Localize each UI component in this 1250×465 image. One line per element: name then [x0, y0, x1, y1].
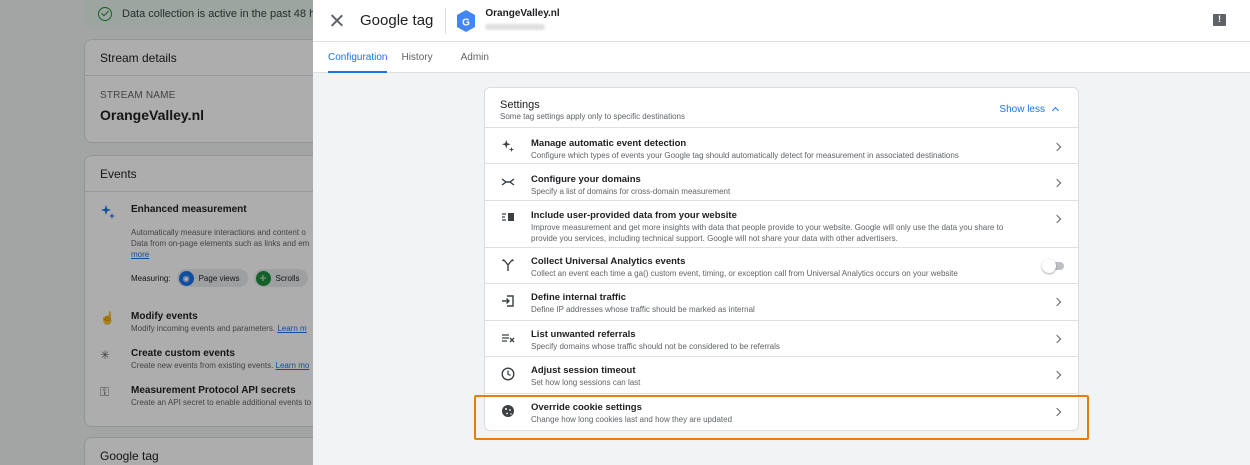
close-icon[interactable]: [330, 14, 344, 28]
sparkle-icon: [501, 139, 515, 153]
row-desc: Define IP addresses whose traffic should…: [531, 305, 755, 314]
row-desc: Collect an event each time a ga() custom…: [531, 269, 958, 278]
chevron-up-icon: [1051, 106, 1060, 115]
row-title: Include user-provided data from your web…: [531, 210, 737, 221]
settings-header: Settings Some tag settings apply only to…: [485, 88, 1078, 128]
google-tag-icon: G: [457, 9, 476, 32]
show-less-label: Show less: [999, 104, 1045, 115]
settings-subtitle: Some tag settings apply only to specific…: [500, 112, 685, 121]
settings-row-internal-traffic[interactable]: Define internal traffic Define IP addres…: [485, 284, 1078, 321]
settings-row-automatic-event-detection[interactable]: Manage automatic event detection Configu…: [485, 128, 1078, 164]
collect-ua-events-toggle[interactable]: [1042, 259, 1066, 273]
site-info: OrangeValley.nl: [485, 7, 560, 30]
clock-icon: [501, 367, 515, 381]
fork-icon: [501, 258, 515, 272]
settings-row-configure-domains[interactable]: Configure your domains Specify a list of…: [485, 164, 1078, 201]
row-title: Manage automatic event detection: [531, 138, 687, 149]
show-less-button[interactable]: Show less: [999, 104, 1060, 115]
playlist-remove-icon: [501, 331, 515, 345]
login-icon: [501, 294, 515, 308]
row-title: Adjust session timeout: [531, 365, 636, 376]
panel-tabs: Configuration History Admin: [313, 42, 1250, 73]
row-title: Override cookie settings: [531, 402, 642, 413]
settings-card: Settings Some tag settings apply only to…: [484, 87, 1079, 431]
row-desc: Specify a list of domains for cross-doma…: [531, 187, 731, 196]
panel-header: Google tag G OrangeValley.nl: [313, 0, 1250, 42]
settings-title: Settings: [500, 99, 540, 111]
svg-text:G: G: [463, 17, 471, 28]
user-data-icon: [501, 210, 515, 224]
settings-row-user-provided-data[interactable]: Include user-provided data from your web…: [485, 201, 1078, 248]
row-desc: Change how long cookies last and how the…: [531, 415, 733, 424]
site-id-redacted: [485, 23, 546, 30]
google-tag-panel: Google tag G OrangeValley.nl Configurati…: [313, 0, 1250, 465]
row-title: List unwanted referrals: [531, 329, 636, 340]
panel-title: Google tag: [360, 12, 434, 29]
row-title: Collect Universal Analytics events: [531, 256, 686, 267]
feedback-icon[interactable]: [1213, 14, 1226, 26]
settings-row-universal-analytics[interactable]: Collect Universal Analytics events Colle…: [485, 248, 1078, 284]
row-desc: Set how long sessions can last: [531, 378, 641, 387]
toggle-knob: [1042, 259, 1056, 273]
row-desc: Improve measurement and get more insight…: [531, 223, 1004, 243]
cookie-icon: [501, 404, 515, 418]
row-desc: Configure which types of events your Goo…: [531, 151, 959, 160]
settings-row-session-timeout[interactable]: Adjust session timeout Set how long sess…: [485, 357, 1078, 394]
settings-row-unwanted-referrals[interactable]: List unwanted referrals Specify domains …: [485, 321, 1078, 357]
site-name: OrangeValley.nl: [485, 7, 560, 19]
tab-history[interactable]: History: [401, 52, 446, 72]
row-title: Configure your domains: [531, 174, 641, 185]
tab-admin[interactable]: Admin: [461, 52, 503, 72]
row-title: Define internal traffic: [531, 292, 627, 303]
header-divider: [445, 7, 447, 34]
settings-row-override-cookie[interactable]: Override cookie settings Change how long…: [485, 394, 1078, 430]
row-desc: Specify domains whose traffic should not…: [531, 342, 780, 351]
merge-arrows-icon: [501, 175, 515, 189]
tab-configuration[interactable]: Configuration: [328, 52, 388, 73]
